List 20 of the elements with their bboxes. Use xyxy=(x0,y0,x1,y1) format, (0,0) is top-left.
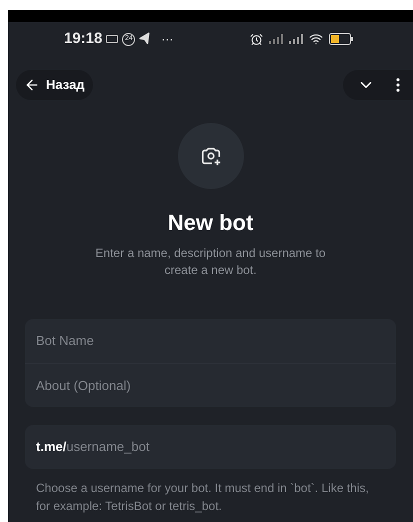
signal-icon xyxy=(269,34,285,44)
battery-icon xyxy=(329,33,353,45)
add-photo-icon xyxy=(200,145,222,167)
signal-icon xyxy=(289,34,305,44)
username-field[interactable]: t.me/username_bot xyxy=(25,425,396,469)
username-input[interactable]: username_bot xyxy=(66,437,385,457)
page-subtitle: Enter a name, description and username to create a new bot. xyxy=(94,245,327,279)
text-input[interactable]: About (Optional) xyxy=(36,376,385,396)
text-field[interactable]: Bot Name xyxy=(25,319,396,363)
back-button[interactable]: Назад xyxy=(16,70,93,100)
text-field[interactable]: About (Optional) xyxy=(25,363,396,407)
wifi-icon xyxy=(309,32,323,46)
alarm-icon xyxy=(250,32,263,46)
more-notifications: ··· xyxy=(161,31,174,48)
page-title: New bot xyxy=(166,209,254,237)
username-hint: Choose a username for your bot. It must end in `bot`. Like this, for example: TetrisBot or tetris_bot. xyxy=(35,480,370,515)
notification-icon xyxy=(106,35,118,43)
url-prefix: t.me/ xyxy=(36,438,66,456)
text-input[interactable]: Bot Name xyxy=(36,331,385,351)
status-time: 19:18 xyxy=(64,28,102,49)
